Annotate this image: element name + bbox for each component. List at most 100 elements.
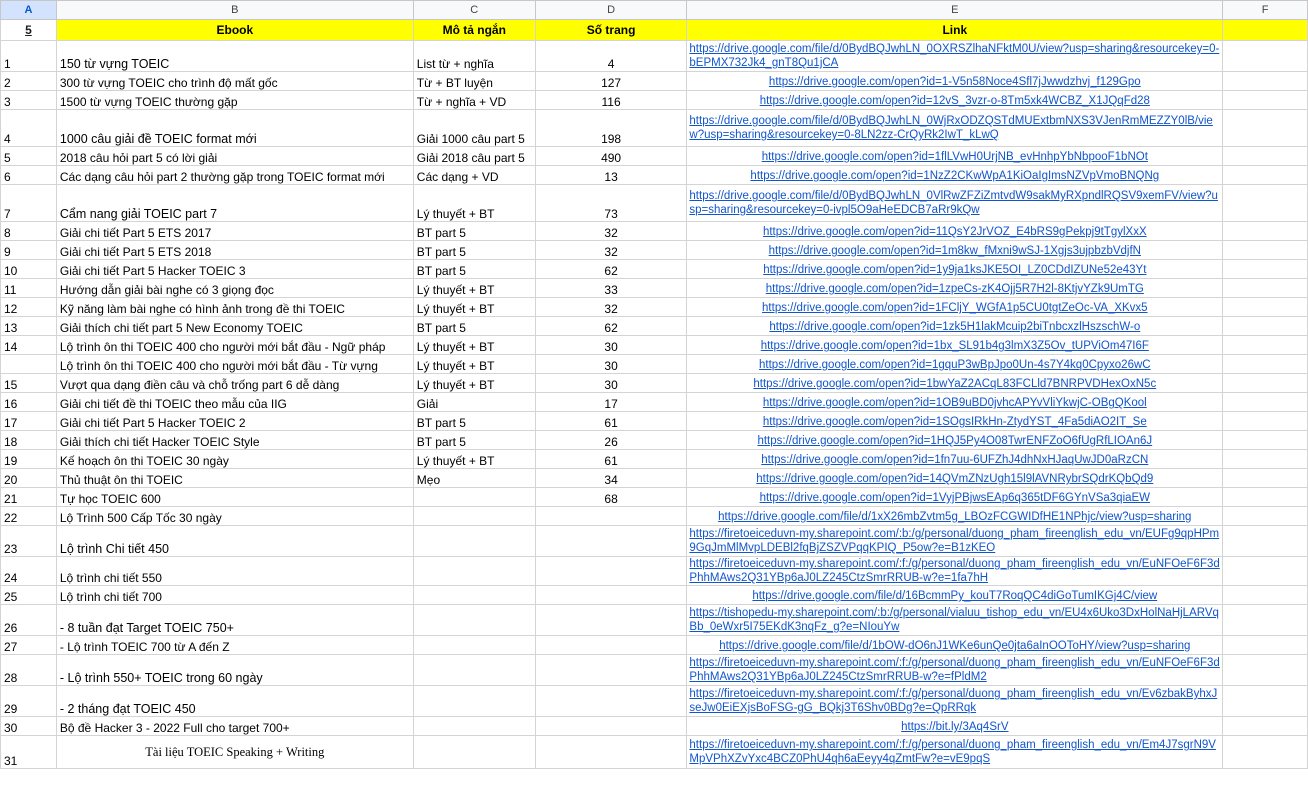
page-count-cell[interactable]: 34 (534, 468, 688, 488)
ebook-link[interactable]: https://drive.google.com/file/d/0BydBQJw… (689, 43, 1219, 69)
link-cell[interactable]: https://firetoeiceduvn-my.sharepoint.com… (686, 735, 1224, 769)
description-cell[interactable] (412, 635, 536, 655)
row-number-cell[interactable]: 5 (0, 146, 57, 166)
ebook-title-cell[interactable]: Giải thích chi tiết part 5 New Economy T… (55, 316, 414, 336)
ebook-link[interactable]: https://drive.google.com/open?id=1bx_SL9… (761, 340, 1149, 352)
header-desc-cell[interactable]: Mô tả ngắn (412, 19, 536, 41)
ebook-link[interactable]: https://drive.google.com/open?id=1flLVwH… (762, 151, 1148, 163)
description-cell[interactable]: List từ + nghĩa (412, 40, 536, 72)
ebook-link[interactable]: https://drive.google.com/open?id=1y9ja1k… (763, 264, 1146, 276)
link-cell[interactable]: https://drive.google.com/file/d/0BydBQJw… (686, 109, 1224, 147)
description-cell[interactable]: Lý thuyết + BT (412, 297, 536, 317)
page-count-cell[interactable]: 61 (534, 411, 688, 431)
ebook-link[interactable]: https://drive.google.com/open?id=11QsY2J… (763, 226, 1147, 238)
page-count-cell[interactable]: 13 (534, 165, 688, 185)
description-cell[interactable] (412, 506, 536, 526)
row-number-cell[interactable] (0, 354, 57, 374)
link-cell[interactable]: https://drive.google.com/open?id=1y9ja1k… (686, 259, 1224, 279)
link-cell[interactable]: https://drive.google.com/file/d/0BydBQJw… (686, 184, 1224, 222)
empty-cell[interactable] (1222, 71, 1308, 91)
row-number-cell[interactable]: 31 (0, 735, 57, 769)
row-number-cell[interactable]: 27 (0, 635, 57, 655)
empty-cell[interactable] (1222, 184, 1308, 222)
ebook-link[interactable]: https://firetoeiceduvn-my.sharepoint.com… (689, 688, 1217, 714)
empty-cell[interactable] (1222, 109, 1308, 147)
row-number-cell[interactable]: 10 (0, 259, 57, 279)
link-cell[interactable]: https://drive.google.com/file/d/16BcmmPy… (686, 585, 1224, 605)
empty-cell[interactable] (1222, 525, 1308, 557)
ebook-link[interactable]: https://drive.google.com/open?id=1FCljY_… (762, 302, 1148, 314)
empty-cell[interactable] (1222, 335, 1308, 355)
row-number-cell[interactable]: 12 (0, 297, 57, 317)
page-count-cell[interactable] (534, 556, 688, 586)
empty-cell[interactable] (1222, 654, 1308, 686)
page-count-cell[interactable] (534, 716, 688, 736)
empty-cell[interactable] (1222, 716, 1308, 736)
description-cell[interactable]: BT part 5 (412, 221, 536, 241)
ebook-title-cell[interactable]: 2018 câu hỏi part 5 có lời giải (55, 146, 414, 166)
column-header-d[interactable]: D (534, 0, 688, 20)
row-number-cell[interactable]: 7 (0, 184, 57, 222)
ebook-link[interactable]: https://drive.google.com/open?id=1OB9uBD… (763, 397, 1147, 409)
row-number-cell[interactable]: 6 (0, 165, 57, 185)
link-cell[interactable]: https://drive.google.com/open?id=1m8kw_f… (686, 240, 1224, 260)
link-cell[interactable]: https://firetoeiceduvn-my.sharepoint.com… (686, 525, 1224, 557)
page-count-cell[interactable] (534, 506, 688, 526)
ebook-link[interactable]: https://drive.google.com/open?id=1gquP3w… (759, 359, 1151, 371)
link-cell[interactable]: https://drive.google.com/open?id=1bx_SL9… (686, 335, 1224, 355)
row-number-cell[interactable]: 24 (0, 556, 57, 586)
empty-cell[interactable] (1222, 604, 1308, 636)
empty-cell[interactable] (1222, 430, 1308, 450)
ebook-title-cell[interactable]: - Lộ trình 550+ TOEIC trong 60 ngày (55, 654, 414, 686)
page-count-cell[interactable]: 32 (534, 240, 688, 260)
link-cell[interactable]: https://firetoeiceduvn-my.sharepoint.com… (686, 556, 1224, 586)
link-cell[interactable]: https://drive.google.com/open?id=12vS_3v… (686, 90, 1224, 110)
empty-cell[interactable] (1222, 278, 1308, 298)
ebook-link[interactable]: https://drive.google.com/open?id=1SOgsIR… (763, 416, 1147, 428)
empty-cell[interactable] (1222, 635, 1308, 655)
ebook-title-cell[interactable]: Lộ trình Chi tiết 450 (55, 525, 414, 557)
column-header-a[interactable]: A (0, 0, 57, 20)
description-cell[interactable]: Từ + nghĩa + VD (412, 90, 536, 110)
row-number-cell[interactable]: 8 (0, 221, 57, 241)
ebook-title-cell[interactable]: Hướng dẫn giải bài nghe có 3 giọng đọc (55, 278, 414, 298)
ebook-title-cell[interactable]: Lộ trình ôn thi TOEIC 400 cho người mới … (55, 354, 414, 374)
page-count-cell[interactable] (534, 525, 688, 557)
link-cell[interactable]: https://drive.google.com/open?id=1fn7uu-… (686, 449, 1224, 469)
description-cell[interactable] (412, 487, 536, 507)
ebook-title-cell[interactable]: Giải chi tiết Part 5 ETS 2018 (55, 240, 414, 260)
page-count-cell[interactable] (534, 735, 688, 769)
page-count-cell[interactable]: 17 (534, 392, 688, 412)
ebook-title-cell[interactable]: Tài liệu TOEIC Speaking + Writing (55, 735, 414, 769)
row-number-cell[interactable]: 17 (0, 411, 57, 431)
ebook-link[interactable]: https://drive.google.com/open?id=14QVmZN… (756, 473, 1153, 485)
ebook-link[interactable]: https://tishopedu-my.sharepoint.com/:b:/… (689, 607, 1219, 633)
link-cell[interactable]: https://drive.google.com/open?id=1SOgsIR… (686, 411, 1224, 431)
page-count-cell[interactable] (534, 635, 688, 655)
ebook-link[interactable]: https://drive.google.com/file/d/1bOW-dO6… (719, 640, 1190, 652)
row-number-cell[interactable]: 14 (0, 335, 57, 355)
description-cell[interactable]: Lý thuyết + BT (412, 278, 536, 298)
link-cell[interactable]: https://drive.google.com/open?id=1zk5H1l… (686, 316, 1224, 336)
ebook-title-cell[interactable]: 150 từ vựng TOEIC (55, 40, 414, 72)
ebook-link[interactable]: https://firetoeiceduvn-my.sharepoint.com… (689, 528, 1219, 554)
row-number-cell[interactable]: 22 (0, 506, 57, 526)
description-cell[interactable]: BT part 5 (412, 259, 536, 279)
page-count-cell[interactable]: 32 (534, 221, 688, 241)
description-cell[interactable]: BT part 5 (412, 411, 536, 431)
description-cell[interactable] (412, 604, 536, 636)
empty-cell[interactable] (1222, 373, 1308, 393)
row-number-cell[interactable]: 4 (0, 109, 57, 147)
empty-cell[interactable] (1222, 392, 1308, 412)
page-count-cell[interactable] (534, 685, 688, 717)
ebook-title-cell[interactable]: 1000 câu giải đề TOEIC format mới (55, 109, 414, 147)
ebook-link[interactable]: https://drive.google.com/file/d/16BcmmPy… (752, 590, 1157, 602)
ebook-title-cell[interactable]: Các dạng câu hỏi part 2 thường gặp trong… (55, 165, 414, 185)
link-cell[interactable]: https://drive.google.com/open?id=1HQJ5Py… (686, 430, 1224, 450)
link-cell[interactable]: https://drive.google.com/open?id=1zpeCs-… (686, 278, 1224, 298)
empty-cell[interactable] (1222, 506, 1308, 526)
row-number-cell[interactable]: 30 (0, 716, 57, 736)
description-cell[interactable]: Mẹo (412, 468, 536, 488)
ebook-title-cell[interactable]: 300 từ vựng TOEIC cho trình độ mất gốc (55, 71, 414, 91)
row-number-cell[interactable]: 2 (0, 71, 57, 91)
